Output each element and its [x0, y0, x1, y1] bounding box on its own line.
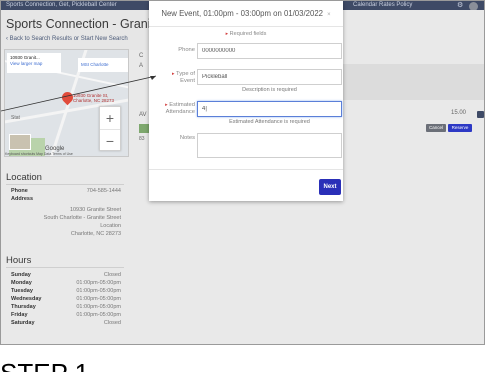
phone-field-label: Phone: [178, 47, 195, 53]
estimated-attendance-label: ▸ Estimated Attendance: [165, 102, 195, 116]
gear-icon[interactable]: ⚙: [457, 1, 463, 10]
background-panel: [342, 64, 484, 100]
phone-input[interactable]: [197, 43, 342, 59]
cancel-button[interactable]: Cancel: [426, 124, 446, 132]
address-line: 10930 Granite Street: [69, 207, 121, 213]
close-icon[interactable]: ×: [327, 12, 331, 18]
hours-time: 01:00pm-05:00pm: [76, 312, 121, 318]
hours-time: 01:00pm-05:00pm: [76, 304, 121, 310]
phone-value: 704-585-1444: [86, 188, 121, 194]
hours-row: Tuesday 01:00pm-05:00pm: [11, 288, 121, 296]
hours-row: Sunday Closed: [11, 272, 121, 280]
location-map[interactable]: 10930 Granit... View larger map MSI Char…: [4, 49, 129, 157]
background-label: A: [139, 63, 144, 69]
price-value: 15.00: [451, 110, 467, 116]
map-info-card: 10930 Granit... View larger map: [7, 53, 61, 73]
hours-day: Friday: [11, 312, 28, 318]
hours-row: Wednesday 01:00pm-05:00pm: [11, 296, 121, 304]
page-title: Sports Connection - Granite: [6, 17, 161, 31]
modal-header: New Event, 01:00pm - 03:00pm on 01/03/20…: [149, 1, 343, 27]
reserve-button[interactable]: Reserve: [448, 124, 472, 132]
background-label: 83: [139, 136, 145, 142]
estimated-attendance-input[interactable]: [197, 101, 342, 117]
next-button[interactable]: Next: [319, 179, 341, 195]
map-zoom-control[interactable]: + −: [99, 106, 121, 151]
view-larger-map-link[interactable]: View larger map: [10, 61, 58, 67]
background-label: C: [139, 53, 144, 59]
hours-row: Friday 01:00pm-05:00pm: [11, 312, 121, 320]
zoom-out-icon[interactable]: −: [100, 129, 120, 151]
hours-day: Saturday: [11, 320, 35, 326]
hours-time: 01:00pm-05:00pm: [76, 280, 121, 286]
phone-label: Phone: [11, 188, 28, 194]
map-street-label: Stat: [11, 115, 20, 121]
topbar-links[interactable]: Calendar Rates Policy: [353, 1, 412, 10]
hours-row: Saturday Closed: [11, 320, 121, 328]
required-marker-icon: ▸: [171, 71, 175, 77]
address-line: Charlotte, NC 28273: [70, 231, 121, 237]
divider: [6, 184, 124, 185]
modal-footer-divider: [149, 169, 343, 170]
map-place-label: MSI Charlotte: [78, 58, 128, 72]
type-of-event-label: ▸ Type of Event: [172, 71, 195, 85]
hours-time: Closed: [103, 272, 121, 278]
background-label: AV: [139, 112, 147, 118]
zoom-in-icon[interactable]: +: [100, 107, 120, 129]
type-label-line2: Event: [180, 78, 195, 84]
hours-heading: Hours: [6, 255, 32, 266]
required-marker-icon: ▸: [165, 102, 168, 108]
hours-day: Tuesday: [11, 288, 33, 294]
notes-textarea[interactable]: [197, 133, 342, 158]
map-satellite-thumbnail[interactable]: [9, 134, 31, 150]
attendance-label-line1: Estimated: [169, 102, 195, 108]
location-heading: Location: [6, 172, 42, 183]
hours-day: Thursday: [11, 304, 36, 310]
type-of-event-help: Description is required: [242, 87, 297, 93]
new-event-modal: New Event, 01:00pm - 03:00pm on 01/03/20…: [149, 1, 343, 201]
chevron-left-icon: ‹: [6, 36, 8, 42]
required-fields-note: ▸ Required fields: [149, 31, 343, 37]
map-footer[interactable]: Keyboard shortcuts Map Data Terms of Use: [5, 152, 73, 156]
screenshot-frame: Sports Connection, Get, Pickleball Cente…: [0, 0, 485, 345]
type-label-line1: Type of: [175, 71, 195, 77]
hours-time: 01:00pm-05:00pm: [76, 296, 121, 302]
topbar-title: Sports Connection, Get, Pickleball Cente…: [6, 2, 117, 8]
hours-day: Sunday: [11, 272, 31, 278]
hours-row: Monday 01:00pm-05:00pm: [11, 280, 121, 288]
map-pin-label: 10930 Granite St, Charlotte, NC 28273: [73, 93, 115, 103]
modal-title: New Event, 01:00pm - 03:00pm on 01/03/20…: [161, 9, 323, 18]
hours-day: Monday: [11, 280, 32, 286]
required-fields-text: Required fields: [229, 31, 267, 37]
address-line: Location: [100, 223, 121, 229]
address-line: South Charlotte - Granite Street: [43, 215, 121, 221]
step-caption: STEP 1: [0, 360, 89, 372]
calendar-icon[interactable]: [477, 111, 484, 118]
type-of-event-input[interactable]: [197, 69, 342, 85]
availability-strip: [139, 124, 149, 133]
hours-row: Thursday 01:00pm-05:00pm: [11, 304, 121, 312]
estimated-attendance-help: Estimated Attendance is required: [229, 119, 310, 125]
hours-time: 01:00pm-05:00pm: [76, 288, 121, 294]
hours-time: Closed: [103, 320, 121, 326]
hours-day: Wednesday: [11, 296, 42, 302]
back-link-text: Back to Search Results or Start New Sear…: [9, 36, 128, 42]
attendance-label-line2: Attendance: [165, 109, 195, 115]
notes-label: Notes: [179, 135, 195, 141]
address-label: Address: [11, 196, 34, 202]
avatar[interactable]: [469, 2, 478, 10]
back-link[interactable]: ‹ Back to Search Results or Start New Se…: [6, 36, 128, 42]
required-marker-icon: ▸: [225, 31, 229, 37]
divider: [6, 267, 124, 268]
